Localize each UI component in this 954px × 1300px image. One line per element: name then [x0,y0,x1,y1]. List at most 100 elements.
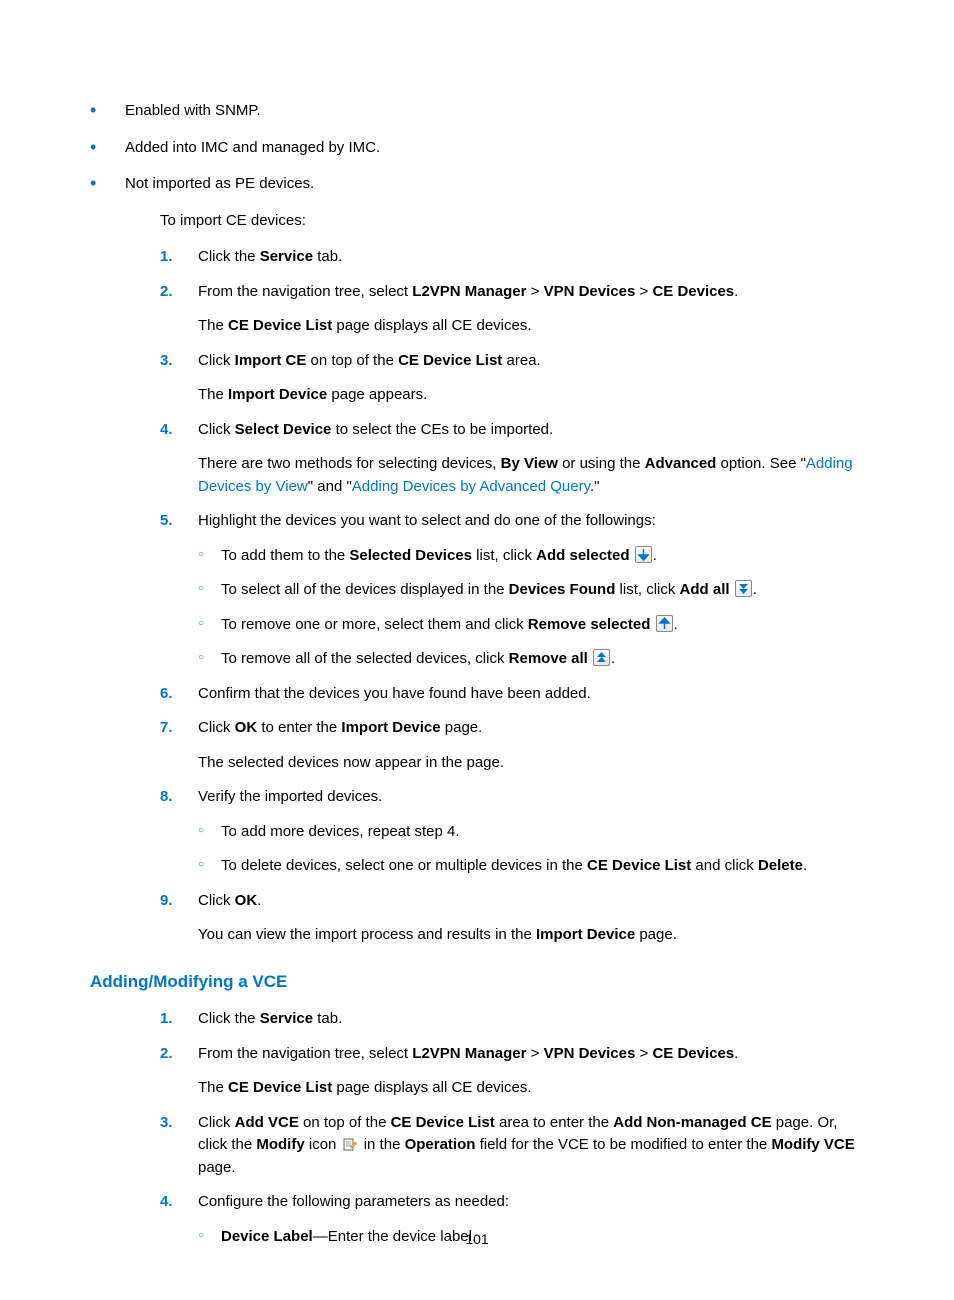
bold-text: CE Device List [228,317,332,334]
text: page appears. [327,386,427,403]
step-item: 9.Click OK.You can view the import proce… [160,890,864,947]
sub-list-item: To delete devices, select one or multipl… [198,855,864,878]
bold-text: L2VPN Manager [412,283,526,300]
text: . [753,581,757,598]
text: . [653,547,657,564]
step-line: Click OK to enter the Import Device page… [198,717,864,740]
text [650,616,654,633]
bold-text: OK [235,892,258,909]
text: To add more devices, repeat step 4. [221,823,459,840]
bullet-text: Not imported as PE devices. [125,175,314,192]
step-item: 8. Verify the imported devices. To add mor… [160,786,864,878]
link-text[interactable]: Adding Devices by Advanced Query [352,478,590,495]
text: to enter the [257,719,341,736]
sub-list-item: To remove one or more, select them and c… [198,614,864,637]
step-line: There are two methods for selecting devi… [198,453,864,498]
step-number: 2. [160,281,173,304]
text: option. See " [716,455,806,472]
vce-steps-list: 1.Click the Service tab. 2. From the navig… [160,1008,864,1248]
text: ." [590,478,600,495]
text: or using the [558,455,645,472]
step-number: 2. [160,1043,173,1066]
text: The [198,317,228,334]
text: Configure the following parameters as ne… [198,1193,509,1210]
text: Highlight the devices you want to select… [198,512,656,529]
text: list, click [472,547,536,564]
step-line: You can view the import process and resu… [198,924,864,947]
text: There are two methods for selecting devi… [198,455,501,472]
text: The [198,386,228,403]
text: on top of the [306,352,398,369]
bold-text: Remove selected [528,616,651,633]
text: page displays all CE devices. [332,317,531,334]
step-line: Click the Service tab. [198,1008,864,1031]
text: > [526,283,543,300]
step-item: 2. From the navigation tree, select L2VPN… [160,1043,864,1100]
text: To remove all of the selected devices, c… [221,650,509,667]
step-item: 1.Click the Service tab. [160,1008,864,1031]
text: field for the VCE to be modified to ente… [475,1136,771,1153]
text: Click [198,719,235,736]
step-item: 3.Click Add VCE on top of the CE Device … [160,1112,864,1180]
step-number: 4. [160,419,173,442]
step-number: 3. [160,350,173,373]
remove-selected-icon [656,615,673,632]
sub-list: To add more devices, repeat step 4. To de… [198,821,864,878]
bold-text: CE Device List [587,857,691,874]
step-line: The CE Device List page displays all CE … [198,315,864,338]
text: From the navigation tree, select [198,1045,412,1062]
text: . [611,650,615,667]
text: You can view the import process and resu… [198,926,536,943]
text: The [198,1079,228,1096]
text: and click [691,857,758,874]
bold-text: Remove all [509,650,588,667]
step-number: 4. [160,1191,173,1214]
step-line: Verify the imported devices. [198,786,864,809]
step-number: 8. [160,786,173,809]
text: Click the [198,1010,260,1027]
bold-text: Select Device [235,421,332,438]
sub-list-item: To add more devices, repeat step 4. [198,821,864,844]
bold-text: Add Non-managed CE [613,1114,771,1131]
step-line: Configure the following parameters as ne… [198,1191,864,1214]
text: > [526,1045,543,1062]
intro-text: To import CE devices: [160,210,864,233]
list-item: Added into IMC and managed by IMC. [90,137,864,160]
bold-text: Add all [680,581,730,598]
add-selected-icon [635,546,652,563]
bold-text: Delete [758,857,803,874]
text: The selected devices now appear in the p… [198,754,504,771]
text: Verify the imported devices. [198,788,382,805]
step-number: 6. [160,683,173,706]
text: tab. [313,248,342,265]
step-item: 6.Confirm that the devices you have foun… [160,683,864,706]
text: . [734,1045,738,1062]
bold-text: By View [501,455,558,472]
step-item: 7.Click OK to enter the Import Device pa… [160,717,864,774]
step-item: 1.Click the Service tab. [160,246,864,269]
step-item: 2.From the navigation tree, select L2VPN… [160,281,864,338]
text: " and " [308,478,352,495]
bullet-text: Added into IMC and managed by IMC. [125,139,380,156]
bold-text: CE Devices [652,1045,734,1062]
bold-text: CE Device List [228,1079,332,1096]
section-heading: Adding/Modifying a VCE [90,969,864,995]
bold-text: Import Device [341,719,440,736]
step-line: Click Import CE on top of the CE Device … [198,350,864,373]
bold-text: L2VPN Manager [412,1045,526,1062]
text: To delete devices, select one or multipl… [221,857,587,874]
bullet-text: Enabled with SNMP. [125,102,261,119]
bold-text: Modify [256,1136,304,1153]
list-item: Not imported as PE devices. [90,173,864,196]
text: in the [360,1136,405,1153]
list-item: Enabled with SNMP. [90,100,864,123]
bold-text: VPN Devices [544,1045,636,1062]
bold-text: Import CE [235,352,307,369]
bold-text: Add VCE [235,1114,299,1131]
import-steps-list: 1.Click the Service tab. 2.From the navig… [160,246,864,947]
text: Click [198,421,235,438]
step-item: 5.Highlight the devices you want to sele… [160,510,864,671]
bold-text: CE Device List [398,352,502,369]
text: tab. [313,1010,342,1027]
bold-text: Import Device [536,926,635,943]
